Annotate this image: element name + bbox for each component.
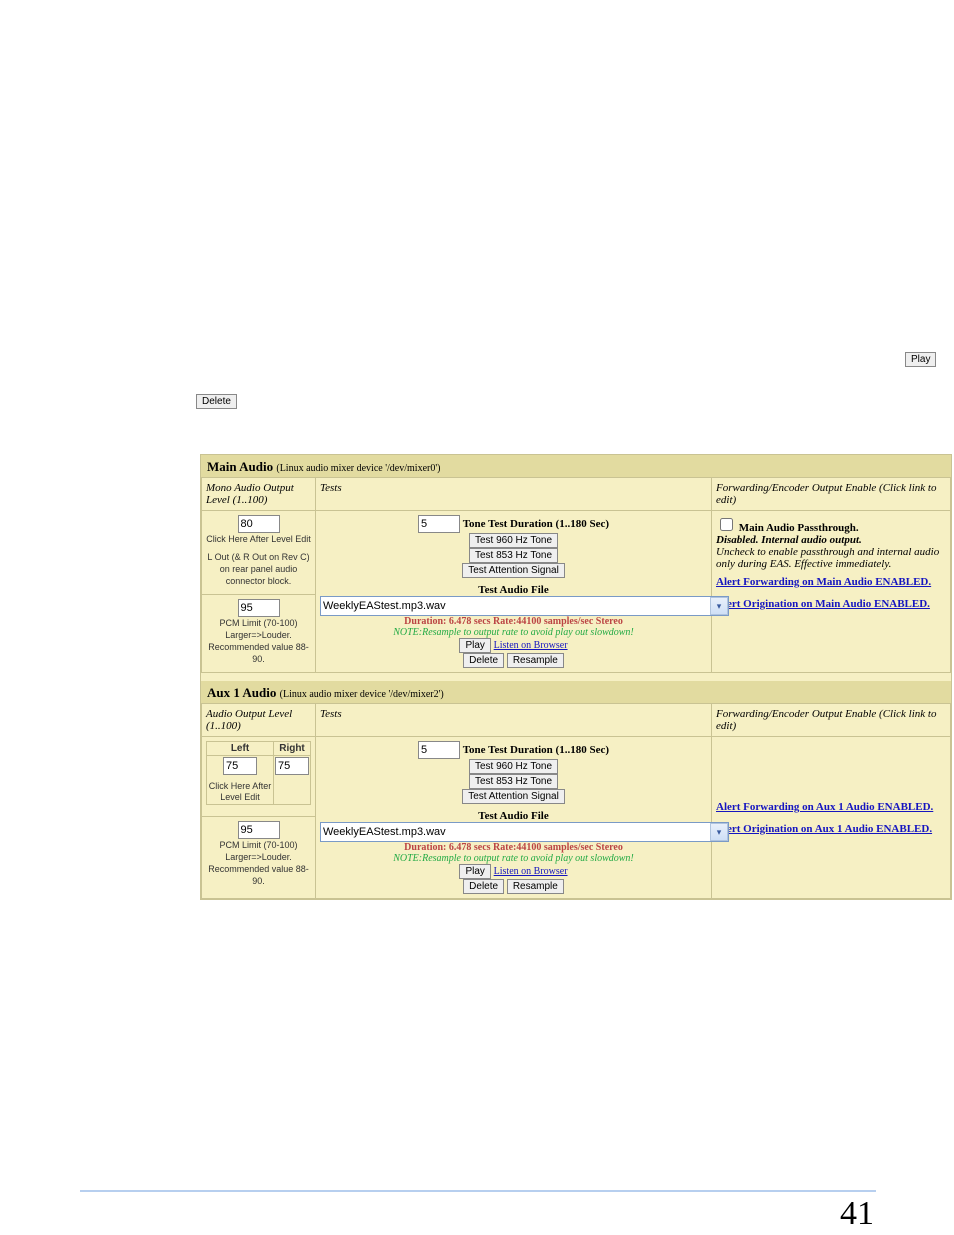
aux1-right-label: Right	[279, 743, 305, 754]
main-forwarding-link[interactable]: Alert Forwarding on Main Audio ENABLED.	[716, 576, 931, 588]
main-passthrough-hint: Uncheck to enable passthrough and intern…	[716, 546, 946, 570]
chevron-down-icon: ▾	[710, 823, 728, 841]
main-tests-cell: Tone Test Duration (1..180 Sec) Test 960…	[316, 511, 712, 673]
main-passthrough-label: Main Audio Passthrough.	[739, 522, 859, 534]
aux1-audio-title-text: Aux 1 Audio	[207, 685, 276, 700]
delete-button-top[interactable]: Delete	[196, 394, 237, 409]
page-number: 41	[840, 1195, 874, 1233]
main-pcm-label: PCM Limit (70-100) Larger=>Louder. Recom…	[208, 618, 309, 664]
main-resample-button[interactable]: Resample	[507, 653, 564, 668]
main-passthrough-disabled: Disabled. Internal audio output.	[716, 534, 946, 546]
play-button-top[interactable]: Play	[905, 352, 936, 367]
aux1-resample-note: NOTE:Resample to output rate to avoid pl…	[320, 853, 707, 864]
main-file-value: WeeklyEAStest.mp3.wav	[323, 600, 446, 612]
main-audio-subtitle: (Linux audio mixer device '/dev/mixer0')	[276, 463, 440, 474]
main-passthrough-checkbox-row[interactable]: Main Audio Passthrough.	[716, 522, 859, 534]
aux1-test-attn-button[interactable]: Test Attention Signal	[462, 789, 565, 804]
main-hdr-fwd: Forwarding/Encoder Output Enable (Click …	[712, 478, 951, 511]
main-file-label: Test Audio File	[478, 584, 549, 596]
aux1-left-input[interactable]	[223, 757, 257, 775]
main-listen-link[interactable]: Listen on Browser	[494, 640, 568, 651]
main-audio-table: Mono Audio Output Level (1..100) Tests F…	[201, 477, 951, 673]
aux1-audio-title: Aux 1 Audio (Linux audio mixer device '/…	[201, 681, 951, 703]
aux1-pcm-input[interactable]	[238, 821, 280, 839]
main-fwd-cell: Main Audio Passthrough. Disabled. Intern…	[712, 511, 951, 673]
aux1-test-960-button[interactable]: Test 960 Hz Tone	[469, 759, 558, 774]
aux1-left-label: Left	[231, 743, 249, 754]
main-level-click-here[interactable]: Click Here After Level Edit	[206, 534, 311, 544]
aux1-dur-line: Duration: 6.478 secs Rate:44100 samples/…	[320, 842, 707, 853]
aux1-test-853-button[interactable]: Test 853 Hz Tone	[469, 774, 558, 789]
main-test-960-button[interactable]: Test 960 Hz Tone	[469, 533, 558, 548]
aux1-listen-link[interactable]: Listen on Browser	[494, 866, 568, 877]
main-dur-input[interactable]	[418, 515, 460, 533]
aux1-audio-subtitle: (Linux audio mixer device '/dev/mixer2')	[280, 689, 444, 700]
main-audio-title: Main Audio (Linux audio mixer device '/d…	[201, 455, 951, 477]
main-hdr-tests: Tests	[316, 478, 712, 511]
aux1-hdr-level: Audio Output Level (1..100)	[202, 704, 316, 737]
aux1-pcm-cell: PCM Limit (70-100) Larger=>Louder. Recom…	[202, 816, 316, 898]
main-resample-note: NOTE:Resample to output rate to avoid pl…	[320, 627, 707, 638]
main-level-input[interactable]	[238, 515, 280, 533]
aux1-hdr-tests: Tests	[316, 704, 712, 737]
main-dur-line: Duration: 6.478 secs Rate:44100 samples/…	[320, 616, 707, 627]
aux1-origination-link[interactable]: Alert Origination on Aux 1 Audio ENABLED…	[716, 823, 932, 835]
main-hdr-level: Mono Audio Output Level (1..100)	[202, 478, 316, 511]
main-test-853-button[interactable]: Test 853 Hz Tone	[469, 548, 558, 563]
chevron-down-icon: ▾	[710, 597, 728, 615]
aux1-right-input[interactable]	[275, 757, 309, 775]
main-test-attn-button[interactable]: Test Attention Signal	[462, 563, 565, 578]
main-file-select[interactable]: WeeklyEAStest.mp3.wav ▾	[320, 596, 729, 616]
aux1-dur-label: Tone Test Duration (1..180 Sec)	[463, 744, 609, 756]
main-level-hint: L Out (& R Out on Rev C) on rear panel a…	[207, 552, 309, 586]
main-level-cell: Click Here After Level Edit L Out (& R O…	[202, 511, 316, 595]
main-dur-label: Tone Test Duration (1..180 Sec)	[463, 518, 609, 530]
audio-settings-panel: Main Audio (Linux audio mixer device '/d…	[200, 454, 952, 900]
main-pcm-cell: PCM Limit (70-100) Larger=>Louder. Recom…	[202, 595, 316, 673]
main-pcm-input[interactable]	[238, 599, 280, 617]
main-passthrough-checkbox[interactable]	[720, 518, 733, 531]
aux1-tests-cell: Tone Test Duration (1..180 Sec) Test 960…	[316, 737, 712, 899]
aux1-resample-button[interactable]: Resample	[507, 879, 564, 894]
main-play-button[interactable]: Play	[459, 638, 490, 653]
main-audio-title-text: Main Audio	[207, 459, 273, 474]
aux1-file-label: Test Audio File	[478, 810, 549, 822]
aux1-file-select[interactable]: WeeklyEAStest.mp3.wav ▾	[320, 822, 729, 842]
aux1-dur-input[interactable]	[418, 741, 460, 759]
aux1-hdr-fwd: Forwarding/Encoder Output Enable (Click …	[712, 704, 951, 737]
aux1-level-cell: Left Right Click Here After Level Edit	[202, 737, 316, 817]
aux1-forwarding-link[interactable]: Alert Forwarding on Aux 1 Audio ENABLED.	[716, 801, 933, 813]
aux1-fwd-cell: Alert Forwarding on Aux 1 Audio ENABLED.…	[712, 737, 951, 899]
aux1-click-here[interactable]: Click Here After Level Edit	[209, 781, 272, 802]
aux1-delete-button[interactable]: Delete	[463, 879, 504, 894]
main-delete-button[interactable]: Delete	[463, 653, 504, 668]
main-origination-link[interactable]: Alert Origination on Main Audio ENABLED.	[716, 598, 930, 610]
aux1-play-button[interactable]: Play	[459, 864, 490, 879]
aux1-pcm-label: PCM Limit (70-100) Larger=>Louder. Recom…	[208, 840, 309, 886]
footer-rule	[80, 1190, 876, 1192]
aux1-audio-table: Audio Output Level (1..100) Tests Forwar…	[201, 703, 951, 899]
aux1-file-value: WeeklyEAStest.mp3.wav	[323, 826, 446, 838]
